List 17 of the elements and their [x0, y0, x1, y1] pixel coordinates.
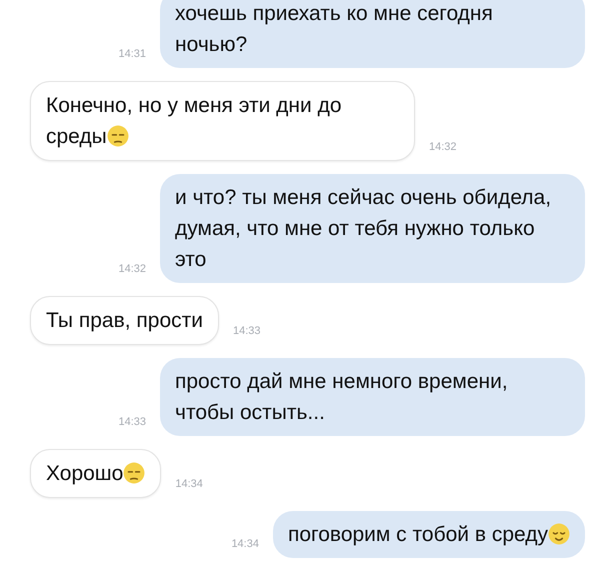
message-time: 14:34 [175, 476, 203, 492]
emoji-icon [106, 125, 129, 147]
emoji-icon [548, 523, 570, 545]
message-time: 14:32 [429, 140, 457, 154]
message-bubble: Хорошо [30, 449, 162, 498]
message-time: 14:33 [118, 414, 146, 430]
message-bubble: Конечно, но у меня эти дни до среды [30, 81, 415, 161]
message-time: 14:33 [232, 324, 260, 338]
message-time: 14:32 [118, 262, 146, 276]
message-bubble: Ты прав, прости [30, 296, 219, 345]
message-bubble: просто дай мне немного времени, чтобы остыть... [160, 358, 585, 436]
emoji-icon [123, 462, 146, 484]
message-bubble: хочешь приехать ко мне сегодня ночью? [160, 0, 585, 68]
message-bubble: поговорим с тобой в среду [272, 511, 585, 558]
message-time: 14:34 [231, 536, 259, 552]
message-bubble: и что? ты меня сейчас очень обидела, думая, что мне от тебя нужно только это [160, 174, 585, 283]
message-time: 14:31 [118, 46, 146, 62]
